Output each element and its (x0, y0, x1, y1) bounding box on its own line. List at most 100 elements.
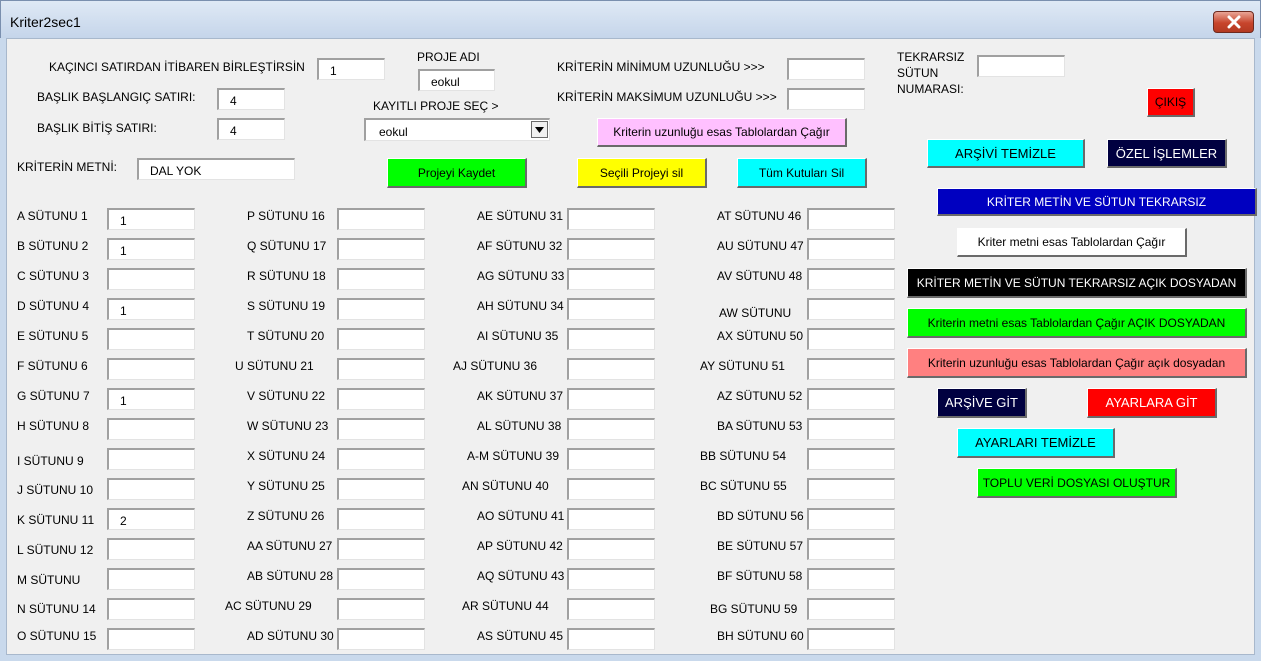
column-input[interactable] (107, 268, 195, 290)
column-input[interactable] (107, 358, 195, 380)
column-input[interactable] (567, 298, 655, 320)
bulk-data-file-button[interactable]: TOPLU VERİ DOSYASI OLUŞTUR (977, 468, 1177, 498)
column-input[interactable]: 1 (107, 208, 195, 230)
length-from-tables-open-file-button[interactable]: Kriterin uzunluğu esas Tablolardan Çağır… (907, 348, 1247, 378)
column-label: R SÜTUNU 18 (247, 269, 326, 283)
column-input[interactable]: 1 (107, 388, 195, 410)
text-from-tables-open-file-button[interactable]: Kriterin metni esas Tablolardan Çağır AÇ… (907, 308, 1247, 338)
column-input[interactable] (567, 418, 655, 440)
column-label: AF SÜTUNU 32 (477, 239, 563, 253)
column-input[interactable] (807, 298, 895, 320)
column-label: AB SÜTUNU 28 (247, 569, 334, 583)
unique-column-input[interactable] (977, 55, 1065, 77)
column-input[interactable] (107, 538, 195, 560)
column-input[interactable] (567, 358, 655, 380)
criteria-min-input[interactable] (787, 58, 865, 80)
column-input[interactable] (567, 478, 655, 500)
column-input[interactable] (337, 598, 425, 620)
column-input[interactable] (807, 598, 895, 620)
column-input[interactable] (107, 598, 195, 620)
criteria-unique-open-file-button[interactable]: KRİTER METİN VE SÜTUN TEKRARSIZ AÇIK DOS… (907, 268, 1247, 298)
column-input[interactable] (567, 508, 655, 530)
column-input[interactable] (337, 358, 425, 380)
column-input[interactable] (337, 418, 425, 440)
column-input[interactable] (337, 238, 425, 260)
column-label: E SÜTUNU 5 (17, 329, 89, 343)
column-input[interactable] (337, 508, 425, 530)
column-input[interactable] (107, 418, 195, 440)
column-input[interactable] (337, 328, 425, 350)
header-end-input[interactable]: 4 (217, 118, 285, 140)
column-input[interactable] (567, 208, 655, 230)
column-input[interactable] (337, 568, 425, 590)
delete-project-button[interactable]: Seçili Projeyi sil (577, 158, 707, 188)
dropdown-arrow-button[interactable] (531, 121, 548, 138)
column-input[interactable] (567, 268, 655, 290)
column-input[interactable] (107, 628, 195, 650)
column-input[interactable] (337, 208, 425, 230)
criteria-unique-button[interactable]: KRİTER METİN VE SÜTUN TEKRARSIZ (937, 188, 1257, 216)
column-input[interactable] (337, 268, 425, 290)
column-input[interactable] (337, 298, 425, 320)
column-input[interactable] (107, 478, 195, 500)
project-name-input[interactable]: eokul (418, 69, 495, 91)
column-input[interactable] (567, 448, 655, 470)
column-input[interactable] (107, 328, 195, 350)
column-input[interactable] (567, 598, 655, 620)
column-input[interactable] (807, 328, 895, 350)
window-title: Kriter2sec1 (10, 14, 81, 30)
column-input[interactable] (567, 388, 655, 410)
column-input[interactable] (567, 238, 655, 260)
column-input[interactable] (807, 238, 895, 260)
special-ops-button[interactable]: ÖZEL İŞLEMLER (1107, 139, 1227, 168)
column-input[interactable] (807, 538, 895, 560)
saved-project-select[interactable]: eokul (364, 118, 550, 141)
column-input[interactable] (807, 508, 895, 530)
column-input[interactable] (337, 628, 425, 650)
column-input[interactable] (807, 478, 895, 500)
column-input[interactable] (807, 568, 895, 590)
column-input[interactable] (107, 568, 195, 590)
column-input[interactable] (567, 538, 655, 560)
column-label: H SÜTUNU 8 (17, 419, 90, 433)
clear-archive-button[interactable]: ARŞİVİ TEMİZLE (927, 139, 1085, 168)
form-body: KAÇINCI SATIRDAN İTİBAREN BİRLEŞTİRSİN 1… (6, 38, 1257, 655)
column-input[interactable]: 1 (107, 298, 195, 320)
start-row-input[interactable]: 1 (317, 58, 385, 80)
column-label: J SÜTUNU 10 (17, 483, 94, 497)
column-input[interactable]: 1 (107, 238, 195, 260)
exit-button[interactable]: ÇIKIŞ (1147, 88, 1195, 117)
text-from-tables-button[interactable]: Kriter metni esas Tablolardan Çağır (957, 228, 1187, 257)
column-input[interactable] (337, 448, 425, 470)
column-input[interactable] (807, 448, 895, 470)
column-input[interactable] (567, 628, 655, 650)
go-settings-button[interactable]: AYARLARA GİT (1087, 388, 1217, 418)
criteria-max-input[interactable] (787, 88, 865, 110)
column-input[interactable] (807, 208, 895, 230)
column-input[interactable] (337, 478, 425, 500)
column-input[interactable] (807, 268, 895, 290)
header-start-input[interactable]: 4 (217, 88, 285, 110)
column-input[interactable] (337, 388, 425, 410)
column-label: P SÜTUNU 16 (247, 209, 325, 223)
criteria-min-label: KRİTERİN MİNİMUM UZUNLUĞU >>> (557, 60, 765, 74)
column-label: N SÜTUNU 14 (17, 602, 96, 616)
column-input[interactable] (337, 538, 425, 560)
column-input[interactable] (807, 388, 895, 410)
go-archive-button[interactable]: ARŞİVE GİT (937, 388, 1027, 418)
save-project-button[interactable]: Projeyi Kaydet (387, 158, 527, 188)
column-input[interactable] (567, 568, 655, 590)
length-from-tables-button[interactable]: Kriterin uzunluğu esas Tablolardan Çağır (597, 118, 847, 147)
criteria-text-input[interactable]: DAL YOK (137, 158, 295, 180)
column-input[interactable] (107, 448, 195, 470)
column-input[interactable] (567, 328, 655, 350)
column-input[interactable] (807, 628, 895, 650)
column-input[interactable] (807, 358, 895, 380)
column-input[interactable]: 2 (107, 508, 195, 530)
close-button[interactable] (1213, 11, 1254, 33)
column-label: B SÜTUNU 2 (17, 239, 89, 253)
clear-settings-button[interactable]: AYARLARI TEMİZLE (957, 428, 1115, 458)
clear-all-button[interactable]: Tüm Kutuları Sil (737, 158, 867, 188)
column-input[interactable] (807, 418, 895, 440)
project-name-label: PROJE ADI (417, 50, 480, 64)
